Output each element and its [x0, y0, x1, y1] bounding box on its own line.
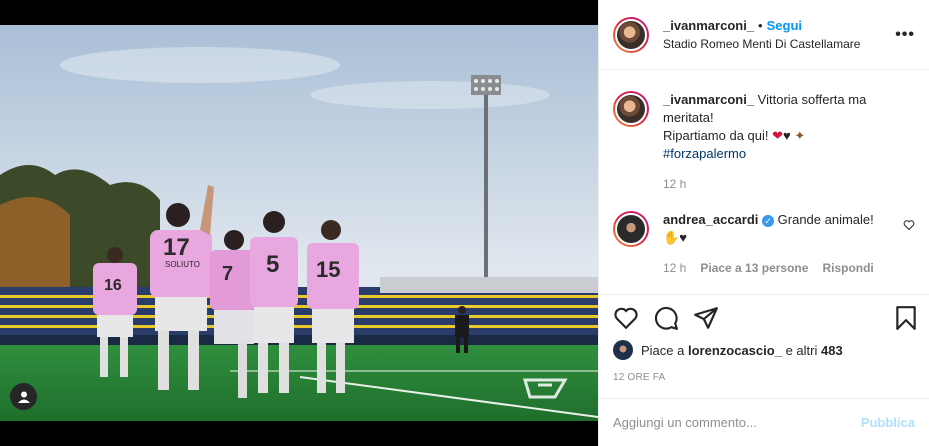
follow-button[interactable]: Segui — [767, 18, 802, 33]
heart-icon[interactable] — [613, 305, 639, 331]
football-celebration-image: 16 17 SOLIUTO 7 5 15 — [0, 25, 598, 421]
caption-line2: Ripartiamo da qui! — [663, 128, 769, 143]
liker-avatar[interactable] — [613, 340, 633, 360]
caption-time[interactable]: 12 h — [663, 175, 686, 193]
hashtag-link[interactable]: #forzapalermo — [663, 146, 746, 161]
heart-emoji-icon: ❤ — [772, 128, 784, 143]
comment-icon[interactable] — [653, 305, 679, 331]
verified-badge-icon: ✓ — [762, 214, 775, 227]
likes-summary: Piace a lorenzocascio_ e altri 483 — [613, 340, 843, 360]
liker-username[interactable]: lorenzocascio_ — [688, 343, 782, 358]
comment-text: andrea_accardi ✓ Grande animale! ✋♥ 12 h… — [663, 211, 883, 277]
author-username[interactable]: _ivanmarconi_ — [663, 18, 754, 33]
clap-emoji-icon: ✋ — [663, 230, 680, 245]
black-heart-icon: ♥ — [679, 230, 687, 245]
black-heart-emoji-icon: ♥ — [783, 128, 791, 143]
caption-text: _ivanmarconi_ Vittoria sofferta ma merit… — [663, 91, 883, 193]
more-options-icon[interactable]: ••• — [895, 26, 915, 44]
comment-item: andrea_accardi ✓ Grande animale! ✋♥ 12 h… — [613, 211, 915, 277]
caption: _ivanmarconi_ Vittoria sofferta ma merit… — [613, 91, 915, 193]
share-icon[interactable] — [693, 305, 719, 331]
likes-prefix: Piace a — [641, 342, 685, 358]
person-icon — [17, 391, 30, 403]
comment-input[interactable] — [613, 415, 861, 430]
reply-button[interactable]: Rispondi — [822, 259, 873, 277]
publish-button[interactable]: Pubblica — [861, 415, 915, 430]
likes-suffix-label: e altri — [785, 342, 818, 358]
caption-avatar[interactable] — [613, 91, 649, 127]
post-location[interactable]: Stadio Romeo Menti Di Castellamare — [663, 37, 860, 51]
commenter-avatar[interactable] — [613, 211, 649, 247]
comment-meta: 12 h Piace a 13 persone Rispondi — [663, 259, 883, 277]
instagram-post-modal: 16 17 SOLIUTO 7 5 15 _ivanmarconi_ • Seg… — [0, 0, 929, 446]
eagle-emoji-icon: ✦ — [794, 128, 806, 143]
user-tags-button[interactable] — [10, 383, 37, 410]
like-comment-heart-icon[interactable] — [903, 219, 915, 231]
svg-text:15: 15 — [316, 257, 340, 282]
svg-text:17: 17 — [163, 234, 190, 261]
commenter-username[interactable]: andrea_accardi — [663, 212, 758, 227]
svg-text:7: 7 — [222, 263, 233, 285]
svg-text:SOLIUTO: SOLIUTO — [165, 260, 200, 269]
svg-text:5: 5 — [266, 251, 279, 278]
post-side-panel: _ivanmarconi_ • Segui Stadio Romeo Menti… — [598, 0, 929, 446]
post-timestamp[interactable]: 12 ORE FA — [613, 372, 665, 383]
post-photo[interactable]: 16 17 SOLIUTO 7 5 15 — [0, 25, 598, 421]
add-comment-bar: Pubblica — [599, 398, 929, 446]
author-avatar[interactable] — [613, 16, 649, 53]
comment-time[interactable]: 12 h — [663, 259, 686, 277]
likes-others-count[interactable]: 483 — [821, 343, 843, 358]
bookmark-icon[interactable] — [893, 305, 919, 331]
caption-username[interactable]: _ivanmarconi_ — [663, 92, 754, 107]
svg-text:16: 16 — [104, 277, 122, 294]
post-header: _ivanmarconi_ • Segui Stadio Romeo Menti… — [599, 0, 929, 70]
comment-likes[interactable]: Piace a 13 persone — [700, 259, 808, 277]
comment-body: Grande animale! — [777, 212, 874, 227]
action-bar — [599, 294, 929, 334]
caption-meta: 12 h — [663, 175, 883, 193]
comments-area: _ivanmarconi_ Vittoria sofferta ma merit… — [599, 71, 929, 293]
separator-dot: • — [758, 18, 763, 33]
